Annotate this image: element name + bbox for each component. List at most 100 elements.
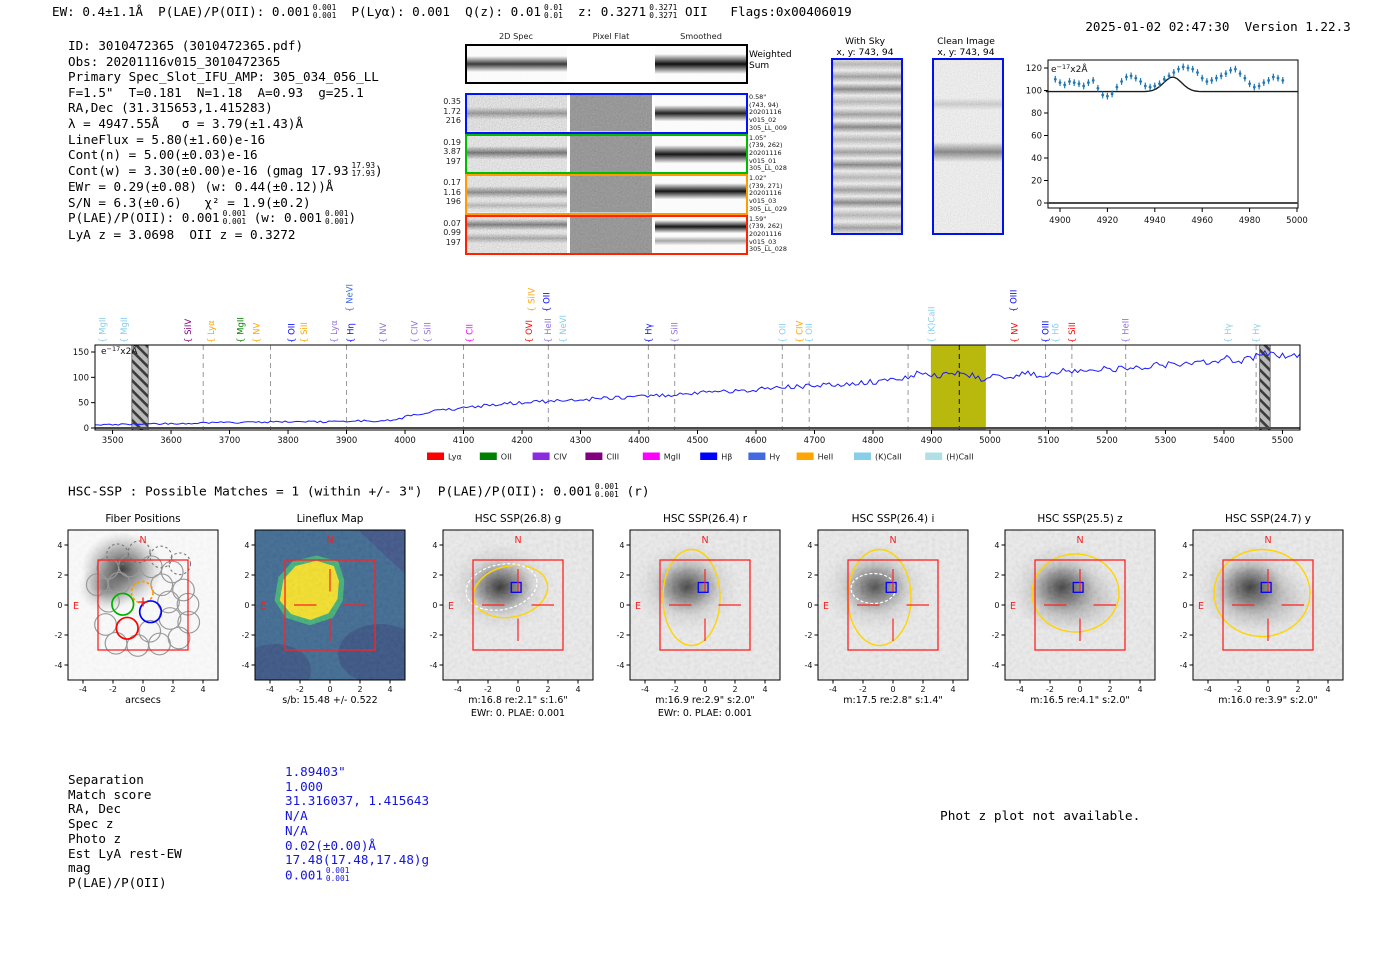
photz-note: Phot z plot not available. bbox=[940, 809, 1141, 824]
svg-text:{ NeVI: { NeVI bbox=[346, 284, 356, 312]
north-label: N bbox=[1264, 535, 1271, 546]
weighted-sum-label: Weighted Sum bbox=[749, 50, 792, 71]
cutout-caption2: EWr: 0. PLAE: 0.001 bbox=[471, 708, 565, 719]
svg-text:0: 0 bbox=[327, 685, 332, 694]
stacked-fraction: 17.93 17.93 bbox=[351, 161, 376, 179]
svg-text:{ Hη: { Hη bbox=[347, 323, 357, 343]
svg-text:-2: -2 bbox=[430, 631, 438, 640]
info-line: EWr = 0.29(±0.08) (w: 0.44(±0.12))Å bbox=[68, 179, 334, 195]
match-row-value: 0.02(±0.00)Å bbox=[285, 837, 376, 853]
cutout-caption: m:16.5 re:4.1" s:2.0" bbox=[1030, 695, 1130, 706]
svg-text:-2: -2 bbox=[859, 685, 867, 694]
north-label: N bbox=[701, 535, 708, 546]
spec2d-strip bbox=[570, 216, 652, 253]
svg-text:{ OII: { OII bbox=[543, 292, 553, 312]
spec2d-strip bbox=[655, 176, 746, 213]
svg-text:-4: -4 bbox=[1204, 685, 1212, 694]
line-fit-chart: 0204060801001204900 4920 4940 4960 4980 5000e… bbox=[1026, 59, 1308, 226]
legend-label: OII bbox=[501, 453, 512, 462]
svg-text:0: 0 bbox=[515, 685, 520, 694]
svg-text:4: 4 bbox=[387, 685, 392, 694]
svg-text:-2: -2 bbox=[992, 631, 1000, 640]
svg-text:{ OII: { OII bbox=[288, 323, 298, 343]
svg-text:2: 2 bbox=[432, 571, 437, 580]
svg-text:2: 2 bbox=[619, 571, 624, 580]
stacked-fraction: 0.01 0.01 bbox=[544, 2, 563, 20]
svg-text:-4: -4 bbox=[79, 685, 87, 694]
fiber-row-id: 1.02" (739, 271) 20201116 v015_03 305_LL_029 bbox=[749, 174, 787, 213]
legend-swatch bbox=[532, 452, 550, 460]
svg-text:-4: -4 bbox=[242, 661, 250, 670]
cutout-caption: m:17.5 re:2.8" s:1.4" bbox=[843, 695, 943, 706]
svg-text:60: 60 bbox=[1031, 132, 1042, 142]
stacked-fraction: 0.001 0.001 bbox=[222, 208, 247, 226]
svg-text:3500: 3500 bbox=[102, 436, 124, 446]
svg-text:150: 150 bbox=[73, 348, 89, 358]
spec2d-strip bbox=[467, 176, 567, 213]
spec2d-strip bbox=[467, 216, 567, 253]
north-label: N bbox=[326, 535, 333, 546]
legend-swatch bbox=[642, 452, 660, 460]
east-label: E bbox=[448, 601, 454, 612]
cutout-panel-lineflux: Lineflux Map N E -4 -4 -2 -2 0 0 2 2 4 4 s/b: 15.48 +… bbox=[242, 513, 406, 706]
header-datetime-version: 2025-01-02 02:47:30 Version 1.22.3 bbox=[1055, 4, 1350, 49]
svg-text:0: 0 bbox=[244, 601, 249, 610]
svg-text:-2: -2 bbox=[242, 631, 250, 640]
svg-text:{ SiII: { SiII bbox=[1068, 322, 1078, 343]
east-label: E bbox=[635, 601, 641, 612]
svg-text:3800: 3800 bbox=[277, 436, 299, 446]
svg-text:-4: -4 bbox=[992, 661, 1000, 670]
col-title-pixelflat: Pixel Flat bbox=[592, 31, 630, 41]
report-datetime: 2025-01-02 02:47:30 bbox=[1085, 19, 1230, 34]
spec2d-strip bbox=[570, 95, 652, 132]
spec2d-strip bbox=[655, 216, 746, 253]
svg-text:-4: -4 bbox=[55, 661, 63, 670]
svg-text:4920: 4920 bbox=[1097, 216, 1119, 226]
info-line: Obs: 20201116v015_3010472365 bbox=[68, 53, 281, 69]
cleanimage-title: Clean Image x, y: 743, 94 bbox=[937, 36, 995, 58]
svg-text:4: 4 bbox=[994, 541, 999, 550]
east-label: E bbox=[1010, 601, 1016, 612]
svg-text:-4: -4 bbox=[430, 661, 438, 670]
full-spectrum-chart: 0 50 100 150 3500 3600 3700 3800 3900 4000 4100 420… bbox=[73, 284, 1301, 462]
cutout-panel-z: HSC SSP(25.5) z N E -4 -4 -2 -2 0 0 2 2 4 4 m:16.5 re… bbox=[992, 513, 1156, 706]
svg-text:4: 4 bbox=[807, 541, 812, 550]
svg-text:{ OII: { OII bbox=[778, 323, 788, 343]
legend-label: (K)CaII bbox=[875, 453, 902, 462]
cutout-panel-y: HSC SSP(24.7) y N E -4 -4 -2 -2 0 0 2 2 4 4 m:16.0 re… bbox=[1180, 513, 1344, 706]
match-row-value: 0.001 0.001 0.001 bbox=[285, 865, 350, 883]
svg-text:-2: -2 bbox=[55, 631, 63, 640]
cutout-caption: arcsecs bbox=[125, 695, 161, 706]
col-title-2dspec: 2D Spec bbox=[498, 31, 534, 41]
svg-text:4600: 4600 bbox=[745, 436, 767, 446]
svg-text:50: 50 bbox=[78, 399, 89, 409]
east-label: E bbox=[1198, 601, 1204, 612]
legend-label: MgII bbox=[664, 453, 681, 462]
svg-text:4300: 4300 bbox=[570, 436, 592, 446]
svg-text:2: 2 bbox=[1182, 571, 1187, 580]
info-line: LineFlux = 5.80(±1.60)e-16 bbox=[68, 131, 266, 147]
svg-text:-2: -2 bbox=[805, 631, 813, 640]
svg-text:0: 0 bbox=[1265, 685, 1270, 694]
fiber-row-weights: 0.17 1.16 196 bbox=[443, 178, 461, 207]
cutout-title: HSC SSP(26.8) g bbox=[475, 513, 561, 525]
cutout-title: HSC SSP(26.4) r bbox=[663, 513, 748, 525]
cutout-title: HSC SSP(25.5) z bbox=[1037, 513, 1123, 525]
svg-text:{ (K)CaII: { (K)CaII bbox=[928, 307, 938, 343]
svg-text:4000: 4000 bbox=[394, 436, 416, 446]
svg-text:5300: 5300 bbox=[1155, 436, 1177, 446]
svg-text:{ OIII: { OIII bbox=[1009, 290, 1019, 312]
svg-text:{ NeVI: { NeVI bbox=[559, 315, 569, 343]
svg-text:4700: 4700 bbox=[804, 436, 826, 446]
svg-text:4940: 4940 bbox=[1144, 216, 1166, 226]
svg-text:4800: 4800 bbox=[862, 436, 884, 446]
cutout-panel-i: HSC SSP(26.4) i N E -4 -4 -2 -2 0 0 2 2 4 4 m:17.5 re… bbox=[805, 513, 969, 706]
fiber-row-weights: 0.35 1.72 216 bbox=[443, 97, 461, 126]
spec2d-strip bbox=[467, 135, 567, 172]
match-row-value: N/A bbox=[285, 822, 308, 838]
svg-text:2: 2 bbox=[244, 571, 249, 580]
svg-text:4980: 4980 bbox=[1239, 216, 1261, 226]
svg-text:4500: 4500 bbox=[687, 436, 709, 446]
legend-swatch bbox=[427, 452, 444, 460]
svg-text:0: 0 bbox=[84, 424, 89, 434]
